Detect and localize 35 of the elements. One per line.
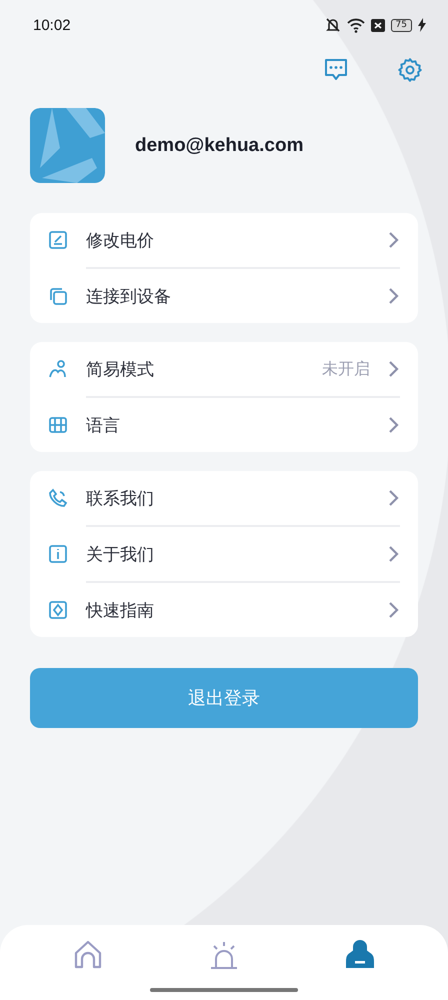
person-icon — [48, 359, 68, 379]
edit-icon — [48, 230, 68, 250]
chevron-right-icon — [388, 416, 400, 434]
status-time: 10:02 — [33, 16, 71, 34]
chevron-right-icon — [388, 231, 400, 249]
chevron-right-icon — [388, 601, 400, 619]
chevron-right-icon — [388, 287, 400, 305]
logo-icon — [30, 108, 105, 183]
chevron-right-icon — [388, 545, 400, 563]
person-icon — [344, 939, 376, 971]
siren-icon — [208, 939, 240, 971]
info-icon — [48, 544, 68, 564]
chevron-right-icon — [388, 489, 400, 507]
copy-icon — [48, 286, 68, 306]
home-icon — [72, 939, 104, 971]
charging-icon — [418, 18, 426, 32]
compass-icon — [48, 600, 68, 620]
menu-item[interactable]: 简易模式 — [86, 358, 304, 380]
bell-off-icon — [324, 17, 341, 33]
phone-icon — [48, 488, 68, 508]
menu-item[interactable]: 联系我们 — [86, 486, 370, 510]
menu-item[interactable]: 连接到设备 — [86, 284, 370, 308]
menu-item-value: 未开启 — [322, 358, 370, 380]
menu-item[interactable]: 语言 — [86, 414, 370, 436]
settings-icon — [397, 57, 423, 83]
menu-item[interactable]: 修改电价 — [86, 228, 370, 252]
user-email: demo@kehua.com — [135, 134, 304, 156]
sim-off-icon — [370, 18, 385, 32]
menu-item[interactable]: 关于我们 — [86, 542, 370, 566]
battery-level: 75 — [390, 18, 412, 32]
chevron-right-icon — [388, 360, 400, 378]
wifi-icon — [346, 18, 365, 32]
chat-bubble-icon — [323, 57, 349, 83]
menu-item[interactable]: 快速指南 — [86, 598, 370, 622]
grid-icon — [48, 415, 68, 435]
